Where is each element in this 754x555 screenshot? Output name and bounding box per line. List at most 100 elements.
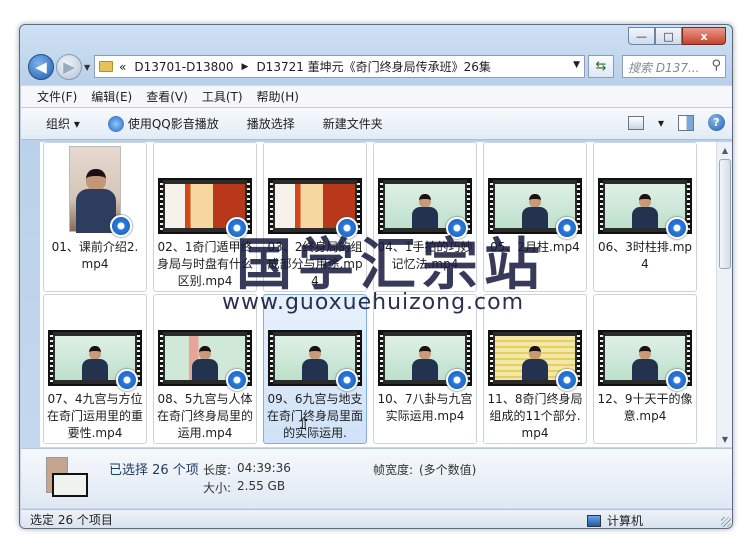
- organize-button[interactable]: 组织 ▾: [46, 115, 80, 132]
- scroll-thumb[interactable]: [719, 159, 731, 269]
- file-item[interactable]: 02、1奇门遁甲终身局与时盘有什么区别.mp4: [153, 142, 257, 292]
- file-name: 09、6九宫与地支在奇门终身局里面的实际运用.: [266, 392, 363, 440]
- caption-buttons: — □ x: [628, 27, 726, 45]
- refresh-button[interactable]: ⇆: [588, 55, 614, 78]
- breadcrumb-current[interactable]: D13721 董坤元《奇门终身局传承班》26集: [256, 58, 491, 75]
- computer-icon: [586, 514, 601, 527]
- view-dropdown-icon[interactable]: ▾: [658, 116, 664, 130]
- maximize-button[interactable]: □: [655, 27, 682, 45]
- file-name: 12、9十天干的像意.mp4: [597, 392, 693, 423]
- file-item[interactable]: 12、9十天干的像意.mp4: [593, 294, 697, 444]
- view-options-icon[interactable]: [627, 115, 644, 130]
- stack-card-front: [52, 473, 88, 497]
- qq-play-label: 使用QQ影音播放: [127, 117, 219, 131]
- menu-file[interactable]: 文件(F): [37, 88, 77, 105]
- search-placeholder: 搜索 D137...: [628, 61, 700, 75]
- menu-edit[interactable]: 编辑(E): [91, 88, 132, 105]
- menu-tools[interactable]: 工具(T): [202, 88, 243, 105]
- breadcrumb-separator-icon[interactable]: ▶: [242, 62, 249, 72]
- qq-player-badge-icon: [446, 369, 468, 391]
- scroll-down-icon[interactable]: ▼: [717, 431, 732, 447]
- breadcrumb-parent[interactable]: D13701-D13800: [134, 60, 233, 74]
- computer-zone: 计算机: [586, 512, 643, 528]
- help-icon[interactable]: ?: [708, 114, 725, 131]
- search-input[interactable]: 搜索 D137... ⚲: [622, 55, 726, 78]
- play-selection-button[interactable]: 播放选择: [247, 115, 295, 132]
- forward-button[interactable]: ▶: [56, 54, 82, 80]
- play-selection-label: 播放选择: [246, 117, 295, 131]
- qq-player-badge-icon: [446, 217, 468, 239]
- size-label: 大小:: [203, 481, 232, 495]
- qq-player-badge-icon: [110, 215, 132, 237]
- file-name: 07、4九宫与方位在奇门运用里的重要性.mp4: [46, 392, 143, 440]
- qq-player-badge-icon: [116, 369, 138, 391]
- file-name: 11、8奇门终身局组成的11个部分.mp4: [487, 392, 583, 440]
- status-bar: 选定 26 个项目 计算机: [21, 509, 732, 528]
- vertical-scrollbar[interactable]: ▲ ▼: [716, 142, 732, 447]
- qq-player-badge-icon: [226, 369, 248, 391]
- menu-help[interactable]: 帮助(H): [257, 88, 299, 105]
- selection-thumbnail: [46, 457, 88, 497]
- length-value: 04:39:36: [237, 461, 291, 475]
- qq-player-badge-icon: [336, 217, 358, 239]
- preview-pane-icon[interactable]: [678, 114, 694, 131]
- file-item[interactable]: 05、2月柱.mp4: [483, 142, 587, 292]
- new-folder-label: 新建文件夹: [322, 117, 383, 131]
- new-folder-button[interactable]: 新建文件夹: [323, 115, 383, 132]
- file-name: 10、7八卦与九宫实际运用.mp4: [377, 392, 473, 423]
- menu-bar: 文件(F) 编辑(E) 查看(V) 工具(T) 帮助(H): [21, 85, 732, 107]
- file-name: 06、3时柱排.mp4: [597, 240, 693, 271]
- qq-player-badge-icon: [556, 217, 578, 239]
- file-item[interactable]: 11、8奇门终身局组成的11个部分.mp4: [483, 294, 587, 444]
- address-dropdown-icon[interactable]: ▼: [573, 60, 580, 70]
- qq-player-icon: [107, 115, 124, 132]
- file-item[interactable]: 06、3时柱排.mp4: [593, 142, 697, 292]
- menu-view[interactable]: 查看(V): [146, 88, 188, 105]
- folder-icon: [99, 61, 113, 72]
- resize-grip-icon[interactable]: [721, 517, 731, 527]
- file-item[interactable]: 04、1手拍的巧妙记忆法.mp4: [373, 142, 477, 292]
- frame-width-label: 帧宽度:: [373, 463, 414, 477]
- mouse-cursor-icon: ⇧: [297, 414, 311, 433]
- computer-label: 计算机: [606, 514, 643, 528]
- address-bar[interactable]: « D13701-D13800 ▶ D13721 董坤元《奇门终身局传承班》26…: [94, 55, 585, 78]
- frame-width-value: (多个数值): [419, 463, 477, 477]
- file-name: 01、课前介绍2.mp4: [51, 240, 139, 271]
- file-name: 04、1手拍的巧妙记忆法.mp4: [377, 240, 473, 271]
- qq-player-badge-icon: [666, 217, 688, 239]
- file-name: 02、1奇门遁甲终身局与时盘有什么区别.mp4: [156, 240, 253, 288]
- refresh-icon: ⇆: [595, 59, 607, 74]
- selected-count: 已选择 26 个项: [109, 463, 199, 478]
- back-button[interactable]: ◀: [28, 54, 54, 80]
- organize-label: 组织 ▾: [46, 117, 80, 131]
- size-value: 2.55 GB: [237, 479, 286, 493]
- history-dropdown-icon[interactable]: ▼: [84, 63, 90, 72]
- minimize-button[interactable]: —: [628, 27, 655, 45]
- command-bar: 组织 ▾ 使用QQ影音播放 播放选择 新建文件夹 ▾ ?: [21, 108, 732, 140]
- file-grid: 01、课前介绍2.mp4 02、1奇门遁甲终身局与时盘有什么区别.mp4 03、2终…: [40, 142, 716, 447]
- close-button[interactable]: x: [682, 27, 726, 45]
- file-item[interactable]: 10、7八卦与九宫实际运用.mp4: [373, 294, 477, 444]
- scroll-up-icon[interactable]: ▲: [717, 142, 732, 158]
- length-label: 长度:: [203, 463, 232, 477]
- status-selected: 选定 26 个项目: [30, 513, 113, 527]
- file-item[interactable]: 01、课前介绍2.mp4: [43, 142, 147, 292]
- forward-arrow-icon: ▶: [63, 58, 75, 76]
- file-name: 08、5九宫与人体在奇门终身局里的运用.mp4: [156, 392, 253, 440]
- qq-play-button[interactable]: 使用QQ影音播放: [107, 115, 219, 132]
- file-name: 05、2月柱.mp4: [490, 240, 580, 254]
- explorer-window: — □ x ◀ ▶ ▼ « D13701-D13800 ▶ D13721 董坤元…: [19, 24, 733, 529]
- qq-player-badge-icon: [226, 217, 248, 239]
- toolbar-right: ▾ ?: [627, 114, 725, 131]
- file-name: 03、2终身局的组成部分与用途.mp4: [267, 240, 363, 288]
- qq-player-badge-icon: [556, 369, 578, 391]
- file-item[interactable]: 08、5九宫与人体在奇门终身局里的运用.mp4: [153, 294, 257, 444]
- file-item[interactable]: 09、6九宫与地支在奇门终身局里面的实际运用.: [263, 294, 367, 444]
- file-item[interactable]: 03、2终身局的组成部分与用途.mp4: [263, 142, 367, 292]
- qq-player-badge-icon: [666, 369, 688, 391]
- address-overflow[interactable]: «: [119, 60, 126, 74]
- search-icon[interactable]: ⚲: [711, 58, 721, 73]
- back-arrow-icon: ◀: [35, 58, 47, 76]
- file-item[interactable]: 07、4九宫与方位在奇门运用里的重要性.mp4: [43, 294, 147, 444]
- details-pane: 已选择 26 个项 长度: 04:39:36 大小: 2.55 GB 帧宽度: …: [21, 448, 732, 508]
